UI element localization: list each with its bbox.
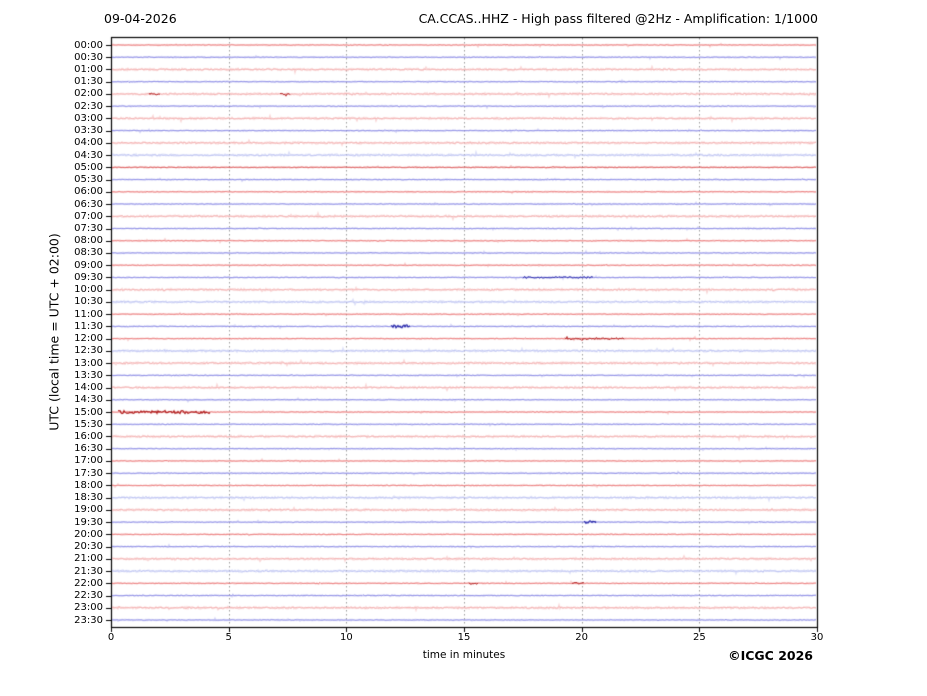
y-tick-label: 13:00 bbox=[43, 358, 103, 369]
y-tick-label: 22:00 bbox=[43, 578, 103, 589]
y-tick-label: 06:00 bbox=[43, 186, 103, 197]
y-tick-label: 19:30 bbox=[43, 517, 103, 528]
y-tick-label: 05:00 bbox=[43, 162, 103, 173]
y-tick-label: 17:30 bbox=[43, 468, 103, 479]
plot-title: CA.CCAS..HHZ - High pass filtered @2Hz -… bbox=[419, 11, 818, 26]
x-tick-label: 5 bbox=[214, 632, 244, 643]
x-tick-label: 15 bbox=[449, 632, 479, 643]
y-tick-label: 16:00 bbox=[43, 431, 103, 442]
y-tick-label: 23:30 bbox=[43, 615, 103, 626]
y-tick-label: 21:00 bbox=[43, 553, 103, 564]
y-tick-label: 14:30 bbox=[43, 394, 103, 405]
y-tick-label: 11:30 bbox=[43, 321, 103, 332]
y-tick-label: 00:00 bbox=[43, 40, 103, 51]
y-tick-label: 02:30 bbox=[43, 101, 103, 112]
y-tick-label: 07:30 bbox=[43, 223, 103, 234]
y-tick-label: 21:30 bbox=[43, 566, 103, 577]
y-tick-label: 09:30 bbox=[43, 272, 103, 283]
plot-date: 09-04-2026 bbox=[104, 11, 177, 26]
y-tick-label: 15:00 bbox=[43, 407, 103, 418]
y-tick-label: 22:30 bbox=[43, 590, 103, 601]
y-tick-label: 13:30 bbox=[43, 370, 103, 381]
y-tick-label: 10:30 bbox=[43, 296, 103, 307]
y-tick-label: 07:00 bbox=[43, 211, 103, 222]
x-tick-label: 30 bbox=[802, 632, 832, 643]
helicorder-figure: 09-04-2026 CA.CCAS..HHZ - High pass filt… bbox=[0, 0, 927, 696]
y-tick-label: 19:00 bbox=[43, 504, 103, 515]
y-tick-label: 02:00 bbox=[43, 88, 103, 99]
y-tick-label: 00:30 bbox=[43, 52, 103, 63]
y-tick-label: 06:30 bbox=[43, 199, 103, 210]
y-tick-label: 17:00 bbox=[43, 455, 103, 466]
y-tick-label: 23:00 bbox=[43, 602, 103, 613]
copyright-text: ©ICGC 2026 bbox=[728, 648, 813, 663]
y-tick-label: 01:00 bbox=[43, 64, 103, 75]
y-tick-label: 08:00 bbox=[43, 235, 103, 246]
x-tick-label: 25 bbox=[684, 632, 714, 643]
y-tick-label: 10:00 bbox=[43, 284, 103, 295]
x-tick-label: 0 bbox=[96, 632, 126, 643]
y-tick-label: 14:00 bbox=[43, 382, 103, 393]
y-tick-label: 20:30 bbox=[43, 541, 103, 552]
y-tick-label: 09:00 bbox=[43, 260, 103, 271]
y-tick-label: 04:00 bbox=[43, 137, 103, 148]
y-tick-label: 01:30 bbox=[43, 76, 103, 87]
y-tick-label: 18:30 bbox=[43, 492, 103, 503]
y-tick-label: 03:00 bbox=[43, 113, 103, 124]
y-tick-label: 12:30 bbox=[43, 345, 103, 356]
x-axis-label: time in minutes bbox=[111, 649, 817, 661]
y-tick-label: 15:30 bbox=[43, 419, 103, 430]
x-tick-label: 10 bbox=[331, 632, 361, 643]
y-tick-label: 12:00 bbox=[43, 333, 103, 344]
y-tick-label: 03:30 bbox=[43, 125, 103, 136]
y-tick-label: 04:30 bbox=[43, 150, 103, 161]
y-tick-label: 08:30 bbox=[43, 247, 103, 258]
y-tick-label: 16:30 bbox=[43, 443, 103, 454]
y-tick-label: 11:00 bbox=[43, 309, 103, 320]
y-tick-label: 05:30 bbox=[43, 174, 103, 185]
y-tick-label: 20:00 bbox=[43, 529, 103, 540]
helicorder-canvas bbox=[0, 0, 927, 696]
x-tick-label: 20 bbox=[567, 632, 597, 643]
y-tick-label: 18:00 bbox=[43, 480, 103, 491]
